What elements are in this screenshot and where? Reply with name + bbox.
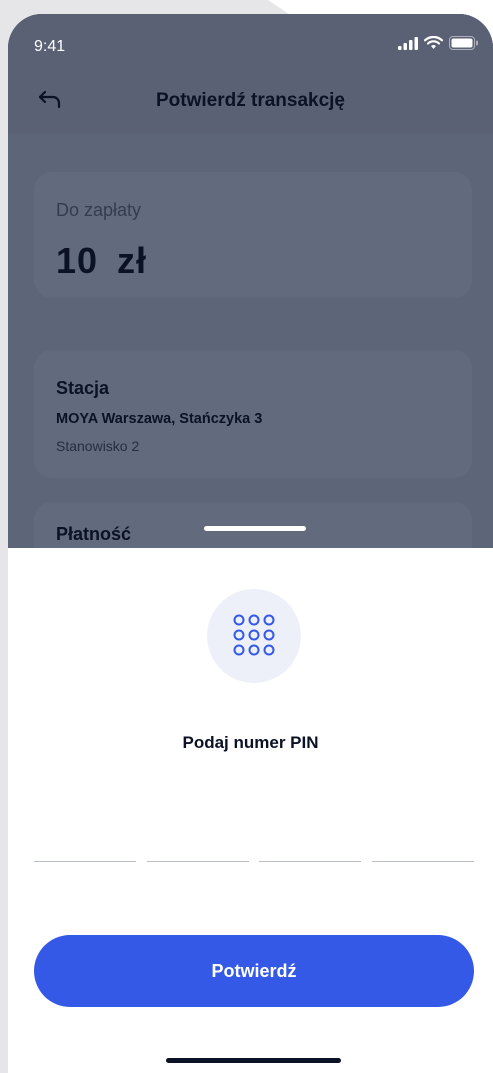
amount-card: Do zapłaty 10 zł (34, 172, 472, 298)
sheet-drag-handle[interactable] (204, 526, 306, 531)
amount-label: Do zapłaty (56, 200, 142, 220)
header-bar (8, 14, 493, 134)
pin-prompt: Podaj numer PIN (182, 733, 319, 752)
pin-digit-2[interactable] (146, 842, 249, 862)
pin-digit-1[interactable] (34, 842, 136, 862)
pin-digit-3[interactable] (259, 842, 362, 862)
keypad-icon (233, 614, 275, 656)
pin-input-row (34, 842, 474, 862)
wifi-icon (424, 36, 443, 49)
signal-icon (398, 36, 418, 50)
station-title: Stacja (56, 378, 110, 398)
page-title: Potwierdź transakcję (155, 90, 346, 111)
home-indicator (166, 1058, 341, 1063)
station-card: Stacja MOYA Warszawa, Stańczyka 3 Stanow… (34, 350, 472, 478)
phone-screen: 9:41 Potwierdź transakcję Do zapłaty 10 … (8, 14, 493, 1073)
battery-icon (449, 36, 478, 50)
amount-value: 10 zł (56, 240, 148, 281)
confirm-button[interactable]: Potwierdź (34, 935, 474, 1007)
payment-title: Płatność (56, 524, 132, 544)
pin-bottom-sheet: Podaj numer PIN Potwierdź (8, 548, 493, 1073)
station-name: MOYA Warszawa, Stańczyka 3 (56, 411, 263, 427)
status-time: 9:41 (34, 38, 66, 55)
keypad-icon-badge (207, 589, 301, 683)
pin-digit-4[interactable] (371, 842, 474, 862)
station-slot: Stanowisko 2 (56, 438, 140, 454)
status-icons (398, 36, 479, 50)
